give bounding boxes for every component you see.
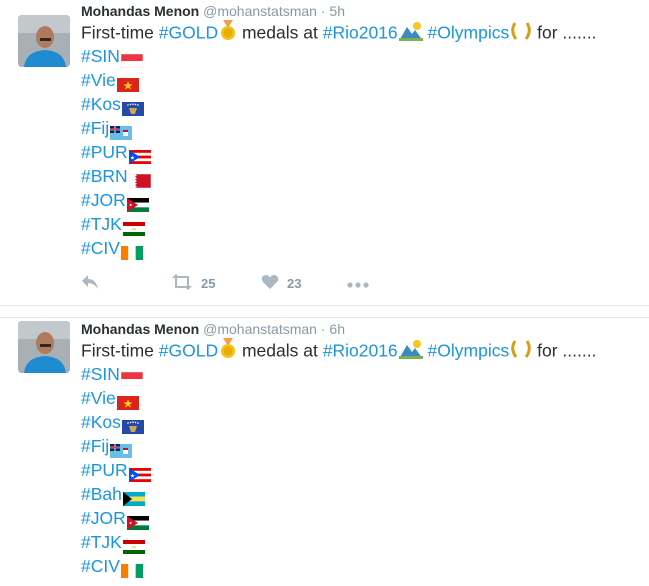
hashtag-country[interactable]: #Fij <box>81 118 109 138</box>
more-icon <box>347 276 369 291</box>
hashtag-country[interactable]: #BRN <box>81 166 128 186</box>
flag-pur-icon <box>128 464 151 483</box>
country-line: #CIV <box>81 554 596 579</box>
country-line: #TJK <box>81 530 596 555</box>
medal-icon <box>219 20 237 48</box>
tweet-text: First-time #GOLD medals at #Rio2016 #Oly… <box>81 20 597 261</box>
hashtag-country[interactable]: #PUR <box>81 460 128 480</box>
retweet-count: 25 <box>201 275 216 291</box>
flag-fij-icon <box>110 440 133 459</box>
heart-icon <box>261 274 279 293</box>
flag-pur-icon <box>128 146 151 165</box>
flag-sin-icon <box>120 50 144 69</box>
country-line: #Fij <box>81 434 596 459</box>
hashtag-country[interactable]: #CIV <box>81 556 120 576</box>
text-middle: medals at <box>241 340 318 361</box>
like-button[interactable]: 23 <box>261 270 301 296</box>
like-count: 23 <box>287 275 302 291</box>
country-line: #JOR <box>81 188 596 213</box>
tweet-header: Mohandas Menon @mohanstatsman · 5h <box>81 2 345 20</box>
flag-kos-icon <box>121 416 144 435</box>
hashtag-country[interactable]: #SIN <box>81 364 120 384</box>
hashtag-country[interactable]: #PUR <box>81 142 128 162</box>
flag-jor-icon <box>126 194 149 213</box>
flag-civ-icon <box>120 242 143 261</box>
country-line: #SIN <box>81 362 596 387</box>
hashtag-country[interactable]: #SIN <box>81 46 120 66</box>
country-line: #Vie <box>81 386 596 411</box>
flag-kos-icon <box>121 98 144 117</box>
rio-mountain-icon <box>398 339 423 365</box>
tweet[interactable]: Mohandas Menon @mohanstatsman · 6h First… <box>0 317 649 586</box>
flag-sin-icon <box>120 368 144 387</box>
hashtag-rio2016[interactable]: #Rio2016 <box>323 341 398 361</box>
hashtag-country[interactable]: #TJK <box>81 532 122 552</box>
hashtag-country[interactable]: #Vie <box>81 70 116 90</box>
text-prefix: First-time <box>81 22 154 43</box>
tweet-header: Mohandas Menon @mohanstatsman · 6h <box>81 320 345 338</box>
author-handle[interactable]: @mohanstatsman <box>203 321 317 337</box>
hashtag-country[interactable]: #Vie <box>81 388 116 408</box>
tweet[interactable]: Mohandas Menon @mohanstatsman · 5h First… <box>0 0 649 306</box>
text-middle: medals at <box>241 22 318 43</box>
avatar[interactable] <box>18 15 70 67</box>
author-name[interactable]: Mohandas Menon <box>81 321 199 337</box>
retweet-button[interactable]: 25 <box>171 270 215 296</box>
more-button[interactable] <box>347 270 369 296</box>
hashtag-olympics[interactable]: #Olympics <box>428 23 510 43</box>
hashtag-gold[interactable]: #GOLD <box>159 341 218 361</box>
flag-vie-icon <box>116 74 139 93</box>
tweet-text: First-time #GOLD medals at #Rio2016 #Oly… <box>81 338 597 579</box>
country-line: #JOR <box>81 506 596 531</box>
hashtag-country[interactable]: #Kos <box>81 94 121 114</box>
hashtag-country[interactable]: #JOR <box>81 190 126 210</box>
avatar[interactable] <box>18 321 70 373</box>
country-line: #SIN <box>81 44 596 69</box>
country-line: #BRN <box>81 164 596 189</box>
country-line: #Kos <box>81 92 596 117</box>
flag-civ-icon <box>120 560 143 579</box>
flag-vie-icon <box>116 392 139 411</box>
hashtag-country[interactable]: #Bah <box>81 484 122 504</box>
flag-fij-icon <box>110 122 133 141</box>
country-line: #CIV <box>81 236 596 261</box>
country-line: #Kos <box>81 410 596 435</box>
hashtag-country[interactable]: #TJK <box>81 214 122 234</box>
timestamp[interactable]: 6h <box>329 321 345 337</box>
country-line: #TJK <box>81 212 596 237</box>
flag-jor-icon <box>126 512 149 531</box>
country-line: #PUR <box>81 140 596 165</box>
country-line: #Vie <box>81 68 596 93</box>
text-suffix: for ....... <box>537 340 597 361</box>
text-prefix: First-time <box>81 340 154 361</box>
country-line: #PUR <box>81 458 596 483</box>
separator: · <box>320 3 326 19</box>
hashtag-rio2016[interactable]: #Rio2016 <box>323 23 398 43</box>
rio-mountain-icon <box>398 21 423 47</box>
reply-button[interactable] <box>81 270 99 296</box>
hashtag-country[interactable]: #Kos <box>81 412 121 432</box>
medal-icon <box>219 338 237 366</box>
author-name[interactable]: Mohandas Menon <box>81 3 199 19</box>
country-line: #Fij <box>81 116 596 141</box>
laurel-icon <box>510 339 532 365</box>
flag-tjk-icon <box>122 218 145 237</box>
reply-icon <box>81 274 99 293</box>
retweet-icon <box>171 273 193 293</box>
laurel-icon <box>510 21 532 47</box>
hashtag-country[interactable]: #JOR <box>81 508 126 528</box>
hashtag-country[interactable]: #CIV <box>81 238 120 258</box>
country-line: #Bah <box>81 482 596 507</box>
hashtag-country[interactable]: #Fij <box>81 436 109 456</box>
timestamp[interactable]: 5h <box>329 3 345 19</box>
separator: · <box>320 321 326 337</box>
author-handle[interactable]: @mohanstatsman <box>203 3 317 19</box>
hashtag-gold[interactable]: #GOLD <box>159 23 218 43</box>
flag-bah-icon <box>122 488 145 507</box>
hashtag-olympics[interactable]: #Olympics <box>428 341 510 361</box>
flag-tjk-icon <box>122 536 145 555</box>
text-suffix: for ....... <box>537 22 597 43</box>
flag-brn-icon <box>128 170 151 189</box>
